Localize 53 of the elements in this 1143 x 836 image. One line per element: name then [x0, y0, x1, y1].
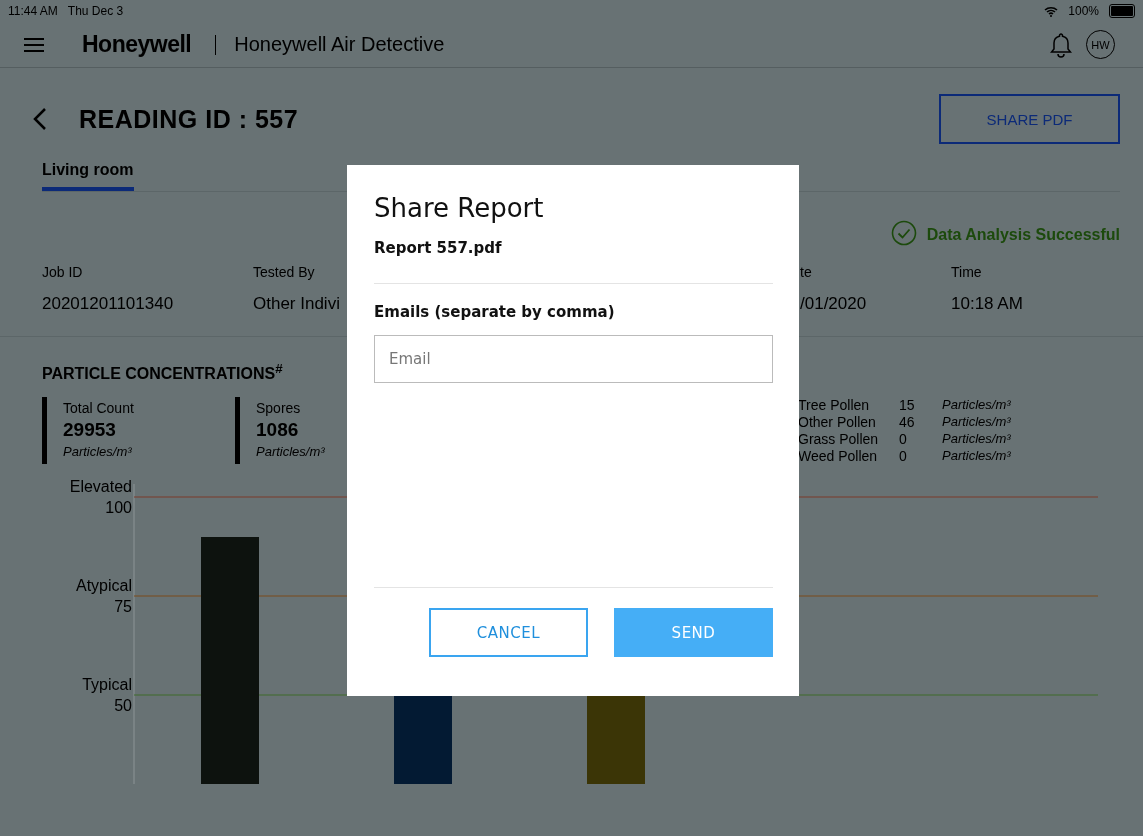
pollen-value: 0 — [899, 431, 908, 448]
detail-value: 10:18 AM — [951, 294, 1023, 314]
menu-icon[interactable] — [24, 37, 44, 52]
logo: Honeywell — [82, 31, 192, 58]
pollen-name: Grass Pollen — [798, 431, 880, 448]
analysis-status: Data Analysis Successful — [926, 226, 1120, 244]
back-icon[interactable] — [33, 107, 47, 131]
summary-unit: Particles/m³ — [256, 444, 325, 460]
pollen-name: Other Pollen — [798, 414, 877, 431]
share-pdf-button[interactable]: SHARE PDF — [939, 94, 1120, 144]
pollen-unit: Particles/m³ — [942, 397, 1012, 414]
summary-label: Total Count — [63, 400, 134, 417]
battery-icon — [1109, 4, 1135, 18]
level-label: Atypical — [75, 577, 132, 595]
pollen-name: Weed Pollen — [798, 448, 879, 465]
pollen-value: 46 — [899, 414, 916, 431]
detail-label: te — [800, 264, 812, 280]
pollen-unit: Particles/m³ — [942, 448, 1012, 465]
detail-value: Other Indivi — [253, 294, 340, 314]
app-title: Honeywell Air Detective — [234, 33, 445, 56]
battery-percent: 100% — [1068, 4, 1099, 18]
file-name: Report 557.pdf — [374, 239, 773, 284]
section-title: PARTICLE CONCENTRATIONS$^{#}$ — [42, 361, 283, 384]
send-button[interactable]: SEND — [614, 608, 773, 657]
axis-tick-label: 75 — [114, 598, 132, 616]
axis-tick-label: 100 — [105, 499, 132, 517]
summary-value: 1086 — [256, 419, 299, 442]
summary-label: Spores — [256, 400, 301, 417]
wifi-icon — [1044, 5, 1059, 17]
dialog-title: Share Report — [374, 193, 545, 223]
detail-label: Time — [951, 264, 982, 280]
pollen-name: Tree Pollen — [798, 397, 871, 414]
email-field[interactable]: Email — [374, 335, 773, 383]
detail-label: Tested By — [253, 264, 315, 280]
bell-icon[interactable] — [1050, 31, 1072, 58]
level-label: Typical — [82, 676, 132, 694]
emails-label: Emails (separate by comma) — [374, 303, 616, 321]
summary-unit: Particles/m³ — [63, 444, 132, 460]
detail-value: /01/2020 — [800, 294, 867, 314]
page-title: READING ID : 557 — [79, 104, 299, 134]
pollen-unit: Particles/m³ — [942, 414, 1012, 431]
pollen-value: 0 — [899, 448, 908, 465]
level-label: Elevated — [69, 478, 132, 496]
summary-value: 29953 — [63, 419, 116, 442]
status-date: Thu Dec 3 — [67, 4, 124, 18]
axis-tick-label: 50 — [114, 697, 132, 715]
tab[interactable]: Living room — [42, 161, 134, 191]
detail-label: Job ID — [42, 264, 83, 280]
cancel-button[interactable]: CANCEL — [429, 608, 588, 657]
pollen-value: 15 — [899, 397, 916, 414]
pollen-unit: Particles/m³ — [942, 431, 1012, 448]
status-time: 11:44 AM — [8, 4, 58, 18]
detail-value: 20201201101340 — [42, 294, 174, 314]
